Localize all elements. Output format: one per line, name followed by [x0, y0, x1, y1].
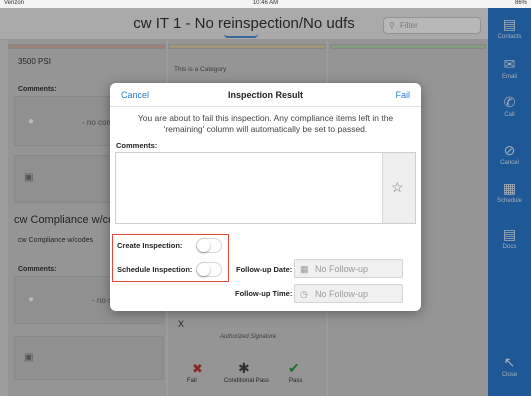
dialog-header: Cancel Inspection Result Fail	[110, 83, 421, 107]
followup-date-label: Follow-up Date:	[236, 265, 293, 274]
clock-icon: ◷	[300, 289, 308, 299]
dialog-message: You are about to fail this inspection. A…	[137, 113, 394, 134]
dialog-title: Inspection Result	[227, 90, 303, 100]
followup-date-placeholder: No Follow-up	[315, 264, 369, 274]
create-inspection-toggle[interactable]	[196, 238, 222, 253]
followup-date-field[interactable]: ▦ No Follow-up	[294, 259, 403, 278]
comments-label: Comments:	[116, 141, 158, 150]
comments-textarea[interactable]: ☆	[115, 152, 416, 224]
toggle-knob	[197, 239, 210, 252]
followup-time-label: Follow-up Time:	[235, 289, 293, 298]
create-inspection-label: Create Inspection:	[117, 241, 183, 250]
inspection-result-dialog: Cancel Inspection Result Fail You are ab…	[110, 83, 421, 311]
star-icon: ☆	[391, 179, 404, 195]
calendar-icon: ▦	[300, 264, 309, 274]
followup-time-placeholder: No Follow-up	[315, 289, 369, 299]
battery-text: 86%	[514, 0, 527, 6]
comment-library-button[interactable]: ☆	[382, 153, 415, 223]
toggle-knob	[197, 263, 210, 276]
followup-time-field[interactable]: ◷ No Follow-up	[294, 284, 403, 303]
schedule-inspection-toggle[interactable]	[196, 262, 222, 277]
fail-button[interactable]: Fail	[395, 90, 410, 100]
schedule-inspection-label: Schedule Inspection:	[117, 265, 193, 274]
status-bar: Verizon 10:46 AM 86%	[0, 0, 531, 8]
clock-text: 10:46 AM	[252, 0, 279, 6]
